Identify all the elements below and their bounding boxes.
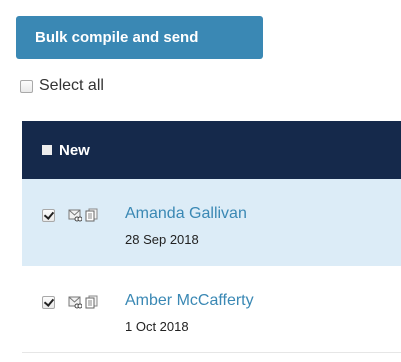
header-square-icon: [42, 145, 52, 155]
list-item[interactable]: Amanda Gallivan 28 Sep 2018: [22, 179, 401, 266]
bulk-compile-send-button[interactable]: Bulk compile and send: [16, 16, 263, 59]
applicant-date: 28 Sep 2018: [125, 232, 199, 247]
panel-title: New: [59, 141, 90, 159]
envelope-attachment-icon[interactable]: [68, 295, 83, 309]
envelope-attachment-icon[interactable]: [68, 208, 83, 222]
new-items-panel: New Amanda Gallivan 28 Sep 2018 Amber Mc…: [22, 121, 401, 353]
row-checkbox[interactable]: [42, 209, 55, 222]
select-all-label: Select all: [39, 77, 104, 94]
list-item[interactable]: Amber McCafferty 1 Oct 2018: [22, 266, 401, 353]
document-copy-icon[interactable]: [85, 295, 98, 309]
select-all-control[interactable]: Select all: [20, 76, 104, 96]
document-copy-icon[interactable]: [85, 208, 98, 222]
row-checkbox[interactable]: [42, 296, 55, 309]
select-all-checkbox[interactable]: [20, 79, 33, 93]
applicant-date: 1 Oct 2018: [125, 319, 189, 334]
panel-header: New: [22, 121, 401, 179]
applicant-name-link[interactable]: Amber McCafferty: [125, 292, 254, 310]
applicant-name-link[interactable]: Amanda Gallivan: [125, 205, 247, 223]
